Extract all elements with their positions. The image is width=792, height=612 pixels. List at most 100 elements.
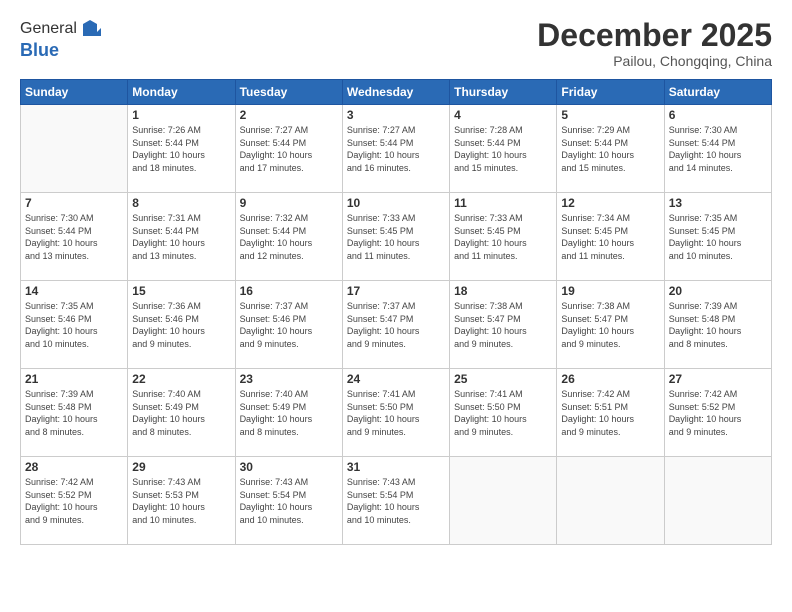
day-number: 27 bbox=[669, 372, 767, 386]
table-row: 7 Sunrise: 7:30 AM Sunset: 5:44 PM Daylig… bbox=[21, 193, 128, 281]
table-row bbox=[450, 457, 557, 545]
table-row: 19Sunrise: 7:38 AM Sunset: 5:47 PM Dayli… bbox=[557, 281, 664, 369]
day-number: 6 bbox=[669, 108, 767, 122]
day-number: 3 bbox=[347, 108, 445, 122]
page: General Blue December 2025 Pailou, Chong… bbox=[0, 0, 792, 612]
day-number: 4 bbox=[454, 108, 552, 122]
day-info: Sunrise: 7:30 AM Sunset: 5:44 PM Dayligh… bbox=[25, 212, 123, 262]
table-row: 23Sunrise: 7:40 AM Sunset: 5:49 PM Dayli… bbox=[235, 369, 342, 457]
day-info: Sunrise: 7:37 AM Sunset: 5:46 PM Dayligh… bbox=[240, 300, 338, 350]
day-number: 30 bbox=[240, 460, 338, 474]
day-info: Sunrise: 7:43 AM Sunset: 5:53 PM Dayligh… bbox=[132, 476, 230, 526]
logo: General Blue bbox=[20, 18, 101, 61]
calendar-subtitle: Pailou, Chongqing, China bbox=[537, 53, 772, 69]
day-info: Sunrise: 7:28 AM Sunset: 5:44 PM Dayligh… bbox=[454, 124, 552, 174]
logo-blue-text: Blue bbox=[20, 40, 101, 61]
day-number: 29 bbox=[132, 460, 230, 474]
table-row: 2Sunrise: 7:27 AM Sunset: 5:44 PM Daylig… bbox=[235, 105, 342, 193]
table-row: 21Sunrise: 7:39 AM Sunset: 5:48 PM Dayli… bbox=[21, 369, 128, 457]
day-number: 23 bbox=[240, 372, 338, 386]
day-number: 31 bbox=[347, 460, 445, 474]
table-row: 15Sunrise: 7:36 AM Sunset: 5:46 PM Dayli… bbox=[128, 281, 235, 369]
header-wednesday: Wednesday bbox=[342, 80, 449, 105]
header-friday: Friday bbox=[557, 80, 664, 105]
day-number: 12 bbox=[561, 196, 659, 210]
logo-general-text: General bbox=[20, 20, 77, 38]
day-info: Sunrise: 7:33 AM Sunset: 5:45 PM Dayligh… bbox=[454, 212, 552, 262]
day-number: 28 bbox=[25, 460, 123, 474]
table-row: 6 Sunrise: 7:30 AM Sunset: 5:44 PM Daylig… bbox=[664, 105, 771, 193]
weekday-header-row: Sunday Monday Tuesday Wednesday Thursday… bbox=[21, 80, 772, 105]
day-info: Sunrise: 7:41 AM Sunset: 5:50 PM Dayligh… bbox=[347, 388, 445, 438]
day-info: Sunrise: 7:32 AM Sunset: 5:44 PM Dayligh… bbox=[240, 212, 338, 262]
day-info: Sunrise: 7:37 AM Sunset: 5:47 PM Dayligh… bbox=[347, 300, 445, 350]
calendar-body: 1 Sunrise: 7:26 AM Sunset: 5:44 PM Daylig… bbox=[21, 105, 772, 545]
header-sunday: Sunday bbox=[21, 80, 128, 105]
day-number: 24 bbox=[347, 372, 445, 386]
table-row: 24 Sunrise: 7:41 AM Sunset: 5:50 PM Dayli… bbox=[342, 369, 449, 457]
day-number: 17 bbox=[347, 284, 445, 298]
table-row: 16 Sunrise: 7:37 AM Sunset: 5:46 PM Dayli… bbox=[235, 281, 342, 369]
day-info: Sunrise: 7:41 AM Sunset: 5:50 PM Dayligh… bbox=[454, 388, 552, 438]
header-thursday: Thursday bbox=[450, 80, 557, 105]
header-tuesday: Tuesday bbox=[235, 80, 342, 105]
calendar-title: December 2025 bbox=[537, 18, 772, 53]
logo-icon bbox=[79, 18, 101, 40]
day-info: Sunrise: 7:33 AM Sunset: 5:45 PM Dayligh… bbox=[347, 212, 445, 262]
header-monday: Monday bbox=[128, 80, 235, 105]
day-number: 7 bbox=[25, 196, 123, 210]
table-row: 1 Sunrise: 7:26 AM Sunset: 5:44 PM Daylig… bbox=[128, 105, 235, 193]
day-info: Sunrise: 7:31 AM Sunset: 5:44 PM Dayligh… bbox=[132, 212, 230, 262]
day-number: 10 bbox=[347, 196, 445, 210]
table-row: 12Sunrise: 7:34 AM Sunset: 5:45 PM Dayli… bbox=[557, 193, 664, 281]
day-number: 15 bbox=[132, 284, 230, 298]
table-row: 29 Sunrise: 7:43 AM Sunset: 5:53 PM Dayli… bbox=[128, 457, 235, 545]
day-info: Sunrise: 7:35 AM Sunset: 5:46 PM Dayligh… bbox=[25, 300, 123, 350]
day-number: 16 bbox=[240, 284, 338, 298]
table-row: 4 Sunrise: 7:28 AM Sunset: 5:44 PM Daylig… bbox=[450, 105, 557, 193]
day-number: 18 bbox=[454, 284, 552, 298]
title-block: December 2025 Pailou, Chongqing, China bbox=[537, 18, 772, 69]
table-row bbox=[664, 457, 771, 545]
table-row: 9 Sunrise: 7:32 AM Sunset: 5:44 PM Daylig… bbox=[235, 193, 342, 281]
day-info: Sunrise: 7:43 AM Sunset: 5:54 PM Dayligh… bbox=[347, 476, 445, 526]
day-info: Sunrise: 7:38 AM Sunset: 5:47 PM Dayligh… bbox=[454, 300, 552, 350]
day-number: 8 bbox=[132, 196, 230, 210]
day-number: 5 bbox=[561, 108, 659, 122]
table-row: 25 Sunrise: 7:41 AM Sunset: 5:50 PM Dayli… bbox=[450, 369, 557, 457]
table-row: 8 Sunrise: 7:31 AM Sunset: 5:44 PM Daylig… bbox=[128, 193, 235, 281]
table-row: 17 Sunrise: 7:37 AM Sunset: 5:47 PM Dayli… bbox=[342, 281, 449, 369]
day-info: Sunrise: 7:30 AM Sunset: 5:44 PM Dayligh… bbox=[669, 124, 767, 174]
calendar-header: Sunday Monday Tuesday Wednesday Thursday… bbox=[21, 80, 772, 105]
day-info: Sunrise: 7:35 AM Sunset: 5:45 PM Dayligh… bbox=[669, 212, 767, 262]
day-number: 20 bbox=[669, 284, 767, 298]
table-row: 10 Sunrise: 7:33 AM Sunset: 5:45 PM Dayli… bbox=[342, 193, 449, 281]
table-row: 18 Sunrise: 7:38 AM Sunset: 5:47 PM Dayli… bbox=[450, 281, 557, 369]
day-number: 25 bbox=[454, 372, 552, 386]
day-number: 1 bbox=[132, 108, 230, 122]
day-info: Sunrise: 7:42 AM Sunset: 5:51 PM Dayligh… bbox=[561, 388, 659, 438]
day-number: 9 bbox=[240, 196, 338, 210]
day-number: 14 bbox=[25, 284, 123, 298]
table-row: 31 Sunrise: 7:43 AM Sunset: 5:54 PM Dayli… bbox=[342, 457, 449, 545]
calendar-table: Sunday Monday Tuesday Wednesday Thursday… bbox=[20, 79, 772, 545]
table-row bbox=[557, 457, 664, 545]
table-row: 5 Sunrise: 7:29 AM Sunset: 5:44 PM Daylig… bbox=[557, 105, 664, 193]
table-row: 30Sunrise: 7:43 AM Sunset: 5:54 PM Dayli… bbox=[235, 457, 342, 545]
table-row: 20Sunrise: 7:39 AM Sunset: 5:48 PM Dayli… bbox=[664, 281, 771, 369]
day-number: 22 bbox=[132, 372, 230, 386]
day-info: Sunrise: 7:38 AM Sunset: 5:47 PM Dayligh… bbox=[561, 300, 659, 350]
day-info: Sunrise: 7:27 AM Sunset: 5:44 PM Dayligh… bbox=[347, 124, 445, 174]
day-info: Sunrise: 7:29 AM Sunset: 5:44 PM Dayligh… bbox=[561, 124, 659, 174]
day-info: Sunrise: 7:26 AM Sunset: 5:44 PM Dayligh… bbox=[132, 124, 230, 174]
table-row: 27Sunrise: 7:42 AM Sunset: 5:52 PM Dayli… bbox=[664, 369, 771, 457]
table-row: 13 Sunrise: 7:35 AM Sunset: 5:45 PM Dayli… bbox=[664, 193, 771, 281]
day-number: 11 bbox=[454, 196, 552, 210]
day-number: 13 bbox=[669, 196, 767, 210]
day-info: Sunrise: 7:27 AM Sunset: 5:44 PM Dayligh… bbox=[240, 124, 338, 174]
header: General Blue December 2025 Pailou, Chong… bbox=[20, 18, 772, 69]
header-saturday: Saturday bbox=[664, 80, 771, 105]
table-row: 14 Sunrise: 7:35 AM Sunset: 5:46 PM Dayli… bbox=[21, 281, 128, 369]
table-row: 28Sunrise: 7:42 AM Sunset: 5:52 PM Dayli… bbox=[21, 457, 128, 545]
table-row bbox=[21, 105, 128, 193]
